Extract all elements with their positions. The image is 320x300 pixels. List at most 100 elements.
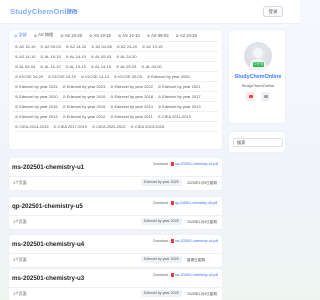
category-chip-label: CIEA 2011-2013 xyxy=(161,114,191,119)
category-chip[interactable]: ⊘ CIEA 2020-2022 xyxy=(92,124,126,129)
category-chip[interactable]: ⊘ Edexcel by year 2020 xyxy=(15,94,58,99)
category-chip[interactable]: ⊘ A2 14-10 xyxy=(66,44,86,49)
category-chip-label: Edexcel by year 2016 xyxy=(19,104,58,109)
login-button[interactable]: 登录 xyxy=(263,6,283,17)
download-link[interactable]: ms-202501-chemistry-u4.pdf xyxy=(175,239,218,243)
download-link[interactable]: qp-202501-chemistry-u5.pdf xyxy=(175,201,217,205)
social-button-red[interactable] xyxy=(246,92,255,101)
document-meta: 1个页面 Edexcel by year 2025 2025年1月5日星期 xyxy=(9,176,224,188)
category-chip[interactable]: ⊘ AL 19-15 xyxy=(66,64,86,69)
category-chip[interactable]: ⊘ AL 24-20 xyxy=(116,54,136,59)
category-chip[interactable]: ⊘ IGCSE 19-15 xyxy=(48,74,76,79)
category-chip[interactable]: ⊘ AL 19-15 xyxy=(40,54,60,59)
category-chip[interactable]: ⊘ AL 09-03 xyxy=(91,54,111,59)
category-chip[interactable]: ⊘ Edexcel by year 2014 xyxy=(110,104,153,109)
tab-as-09-03[interactable]: ⊘ AS 09-03 xyxy=(147,33,169,38)
tab-as-14-10[interactable]: ⊘ AS 14-10 xyxy=(118,33,140,38)
category-chip-label: CIEA 2020-2022 xyxy=(96,124,126,129)
category-chip[interactable]: ⊘ A2 04-08 xyxy=(91,44,111,49)
category-chip[interactable]: ⊘ A2 14-10 xyxy=(15,54,35,59)
category-chip[interactable]: ⊘ AL 09-03 xyxy=(116,64,136,69)
tab-a2-24-20[interactable]: ⊘ A2 24-20 xyxy=(176,33,197,38)
category-chip[interactable]: ⊘ Edexcel by year 2024 xyxy=(15,84,58,89)
category-chip[interactable]: ⊘ AL 14-10 xyxy=(40,64,60,69)
social-button-grey[interactable] xyxy=(261,92,270,101)
category-chip[interactable]: ⊘ Edexcel by year 2018 xyxy=(110,94,153,99)
document-card[interactable]: ms-202501-chemistry-u4 Download : ms-20250… xyxy=(8,234,224,268)
tab-as-physics[interactable]: ⊘ AS 物理 xyxy=(34,32,53,38)
download-label: Download : xyxy=(153,273,170,277)
category-chip[interactable]: ⊘ CIEA 2023-2025 xyxy=(131,124,165,129)
tab-as-24-20[interactable]: ⊘ AS 24-20 xyxy=(60,33,82,38)
tag-icon: ⊘ xyxy=(15,105,19,109)
document-card[interactable]: qp-202501-chemistry-u5 Download : qp-20250… xyxy=(8,196,224,230)
category-chip[interactable]: ⊘ Edexcel by year 2025 xyxy=(147,74,190,79)
download-row: Download : ms-202501-chemistry-u3.pdf xyxy=(153,273,218,277)
category-chip[interactable]: ⊘ A2 19-15 xyxy=(142,44,162,49)
category-chip[interactable]: ⊘ A2 15-19 xyxy=(15,44,35,49)
download-link[interactable]: ms-202501-chemistry-u1.pdf xyxy=(175,162,218,166)
category-chip[interactable]: ⊘ AL 09-04 xyxy=(15,64,35,69)
category-chip[interactable]: ⊘ Edexcel by year 2016 xyxy=(15,104,58,109)
category-chip[interactable]: ⊘ CIEA 2017-2019 xyxy=(54,124,88,129)
category-chip-label: AL 04-00 xyxy=(145,64,162,69)
category-tag[interactable]: Edexcel by year 2025 xyxy=(141,179,182,186)
category-chip[interactable]: ⊘ CIEA 2014-2016 xyxy=(15,124,49,129)
tab-label: AS 14-10 xyxy=(122,32,140,38)
search-input[interactable] xyxy=(233,138,283,147)
tag-icon: ⊘ xyxy=(47,75,52,79)
category-chip[interactable]: ⊘ Edexcel by year 2022 xyxy=(110,84,153,89)
tag-icon: ⊘ xyxy=(146,75,151,79)
category-chip[interactable]: ⊘ Edexcel by year 2017 xyxy=(158,94,201,99)
tag-icon: ⊘ xyxy=(80,75,85,79)
tag-icon: ⊘ xyxy=(15,65,19,69)
category-chip[interactable]: ⊘ AL 04-00 xyxy=(141,64,161,69)
category-chip[interactable]: ⊘ Edexcel by year 2011 xyxy=(110,114,152,119)
category-chip-label: Edexcel by year 2011 xyxy=(114,114,153,119)
document-card[interactable]: ms-202501-chemistry-u3 Download : ms-20250… xyxy=(8,268,224,300)
category-chip-label: A2 14-10 xyxy=(70,44,87,49)
tab-as-19-15[interactable]: ⊘ AS 19-15 xyxy=(89,33,111,38)
document-title[interactable]: ms-202501-chemistry-u1 xyxy=(12,164,84,171)
category-chip[interactable]: ⊘ Edexcel by year 2013 xyxy=(158,104,201,109)
document-title[interactable]: ms-202501-chemistry-u3 xyxy=(12,275,84,282)
category-chip[interactable]: ⊘ AL 14-10 xyxy=(91,64,111,69)
nav-link-tips[interactable]: 技巧 xyxy=(67,5,77,19)
page-count: 1个页面 xyxy=(13,258,27,262)
document-card[interactable]: ms-202501-chemistry-u1 Download : ms-20250… xyxy=(8,157,224,191)
category-chip[interactable]: ⊘ A2 09-03 xyxy=(40,44,60,49)
category-chip[interactable]: ⊘ AL 14-10 xyxy=(66,54,86,59)
document-date: 2025年1月5日星期 xyxy=(187,220,217,224)
category-chip[interactable]: ⊘ IGCSE 09-03 xyxy=(114,74,142,79)
category-chip-label: A2 09-03 xyxy=(44,44,61,49)
category-tag[interactable]: Edexcel by year 2025 xyxy=(141,256,182,263)
category-chip[interactable]: ⊘ Edexcel by year 2012 xyxy=(63,114,106,119)
document-title[interactable]: qp-202501-chemistry-u5 xyxy=(12,203,83,210)
category-chip[interactable]: ⊘ IGCSE 14-10 xyxy=(81,74,109,79)
tag-icon: ⊘ xyxy=(116,45,120,49)
tag-icon: ⊘ xyxy=(65,45,70,49)
category-chip[interactable]: ⊘ Edexcel by year 2021 xyxy=(158,84,201,89)
tag-icon: ⊘ xyxy=(62,95,66,99)
tab-all[interactable]: ⊘ 全部 xyxy=(14,32,27,38)
download-link[interactable]: ms-202501-chemistry-u3.pdf xyxy=(175,273,218,277)
category-chip[interactable]: ⊘ Edexcel by year 2019 xyxy=(63,94,106,99)
page-count: 1个页面 xyxy=(13,220,27,224)
tag-icon: ⊘ xyxy=(92,125,96,129)
category-chip[interactable]: ⊘ IGCSE 24-20 xyxy=(15,74,43,79)
category-chip-label: Edexcel by year 2018 xyxy=(114,94,153,99)
category-row: ⊘ Edexcel by year 2020 ⊘ Edexcel by year 20… xyxy=(13,92,218,102)
profile-name[interactable]: StudyChemOnline xyxy=(229,74,287,80)
category-chip[interactable]: ⊘ A2 24-20 xyxy=(117,44,137,49)
category-chip[interactable]: ⊘ Edexcel by year 2013 xyxy=(15,114,58,119)
category-chip[interactable]: ⊘ Edexcel by year 2015 xyxy=(63,104,106,109)
category-chip-label: AL 09-03 xyxy=(95,54,112,59)
pdf-icon xyxy=(170,162,174,166)
document-title[interactable]: ms-202501-chemistry-u4 xyxy=(12,241,84,248)
category-tag[interactable]: Edexcel by year 2025 xyxy=(141,218,182,225)
category-chip[interactable]: ⊘ CIEA 2011-2013 xyxy=(158,114,191,119)
tag-icon: ⊘ xyxy=(89,32,93,38)
category-chip[interactable]: ⊘ Edexcel by year 2023 xyxy=(63,84,106,89)
category-chip-label: Edexcel by year 2020 xyxy=(19,94,58,99)
category-tag[interactable]: Edexcel by year 2025 xyxy=(141,290,182,297)
